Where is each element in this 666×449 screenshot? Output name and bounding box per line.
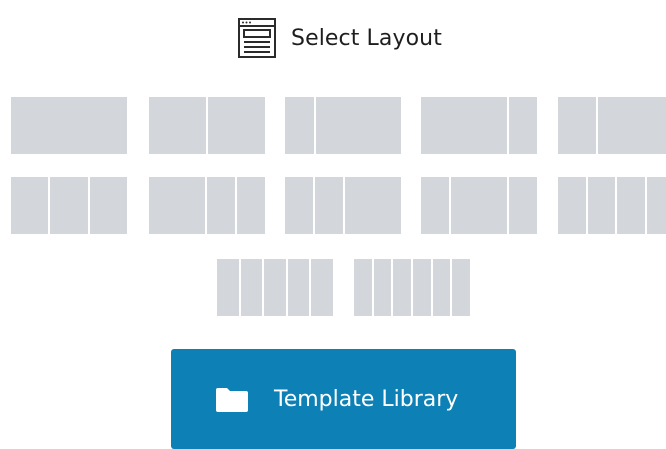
layout-column bbox=[558, 97, 596, 154]
layout-column bbox=[354, 259, 372, 316]
template-library-button[interactable]: Template Library bbox=[171, 349, 516, 449]
layout-column bbox=[509, 97, 538, 154]
layout-6-col[interactable] bbox=[354, 259, 470, 316]
folder-icon bbox=[216, 388, 248, 412]
layout-column bbox=[11, 177, 48, 234]
layout-column bbox=[285, 97, 314, 154]
layout-column bbox=[316, 97, 402, 154]
layout-column bbox=[264, 259, 286, 316]
layout-column bbox=[421, 97, 507, 154]
layout-column bbox=[413, 259, 431, 316]
layout-1-3-col[interactable] bbox=[285, 97, 401, 154]
layout-5-col[interactable] bbox=[217, 259, 333, 316]
layout-2-1-1-col[interactable] bbox=[149, 177, 265, 234]
layout-column bbox=[433, 259, 451, 316]
layout-1-1-2-col[interactable] bbox=[285, 177, 401, 234]
layout-column bbox=[421, 177, 449, 234]
layout-column bbox=[558, 177, 586, 234]
layout-column bbox=[207, 177, 235, 234]
layout-column bbox=[237, 177, 265, 234]
layout-column bbox=[90, 177, 127, 234]
layout-column bbox=[374, 259, 392, 316]
layout-column bbox=[11, 97, 127, 154]
layout-3-col[interactable] bbox=[11, 177, 127, 234]
layout-column bbox=[345, 177, 401, 234]
layout-1-2-1-col[interactable] bbox=[421, 177, 537, 234]
template-library-label: Template Library bbox=[274, 387, 458, 412]
layout-4-col[interactable] bbox=[558, 177, 666, 234]
layout-column bbox=[288, 259, 310, 316]
layout-column bbox=[393, 259, 411, 316]
layout-column bbox=[598, 97, 666, 154]
layout-column bbox=[647, 177, 666, 234]
layout-1-2-col[interactable] bbox=[558, 97, 666, 154]
layout-1-col[interactable] bbox=[11, 97, 127, 154]
layout-column bbox=[451, 177, 507, 234]
layout-column bbox=[285, 177, 313, 234]
layout-column bbox=[217, 259, 239, 316]
layout-column bbox=[509, 177, 537, 234]
layout-column bbox=[315, 177, 343, 234]
layout-column bbox=[208, 97, 265, 154]
layout-column bbox=[588, 177, 616, 234]
layout-column bbox=[311, 259, 333, 316]
layout-3-1-col[interactable] bbox=[421, 97, 537, 154]
layout-column bbox=[617, 177, 645, 234]
layout-column bbox=[149, 97, 206, 154]
layout-2-col[interactable] bbox=[149, 97, 265, 154]
layout-column bbox=[452, 259, 470, 316]
layout-column bbox=[241, 259, 263, 316]
layout-column bbox=[149, 177, 205, 234]
layout-column bbox=[50, 177, 87, 234]
